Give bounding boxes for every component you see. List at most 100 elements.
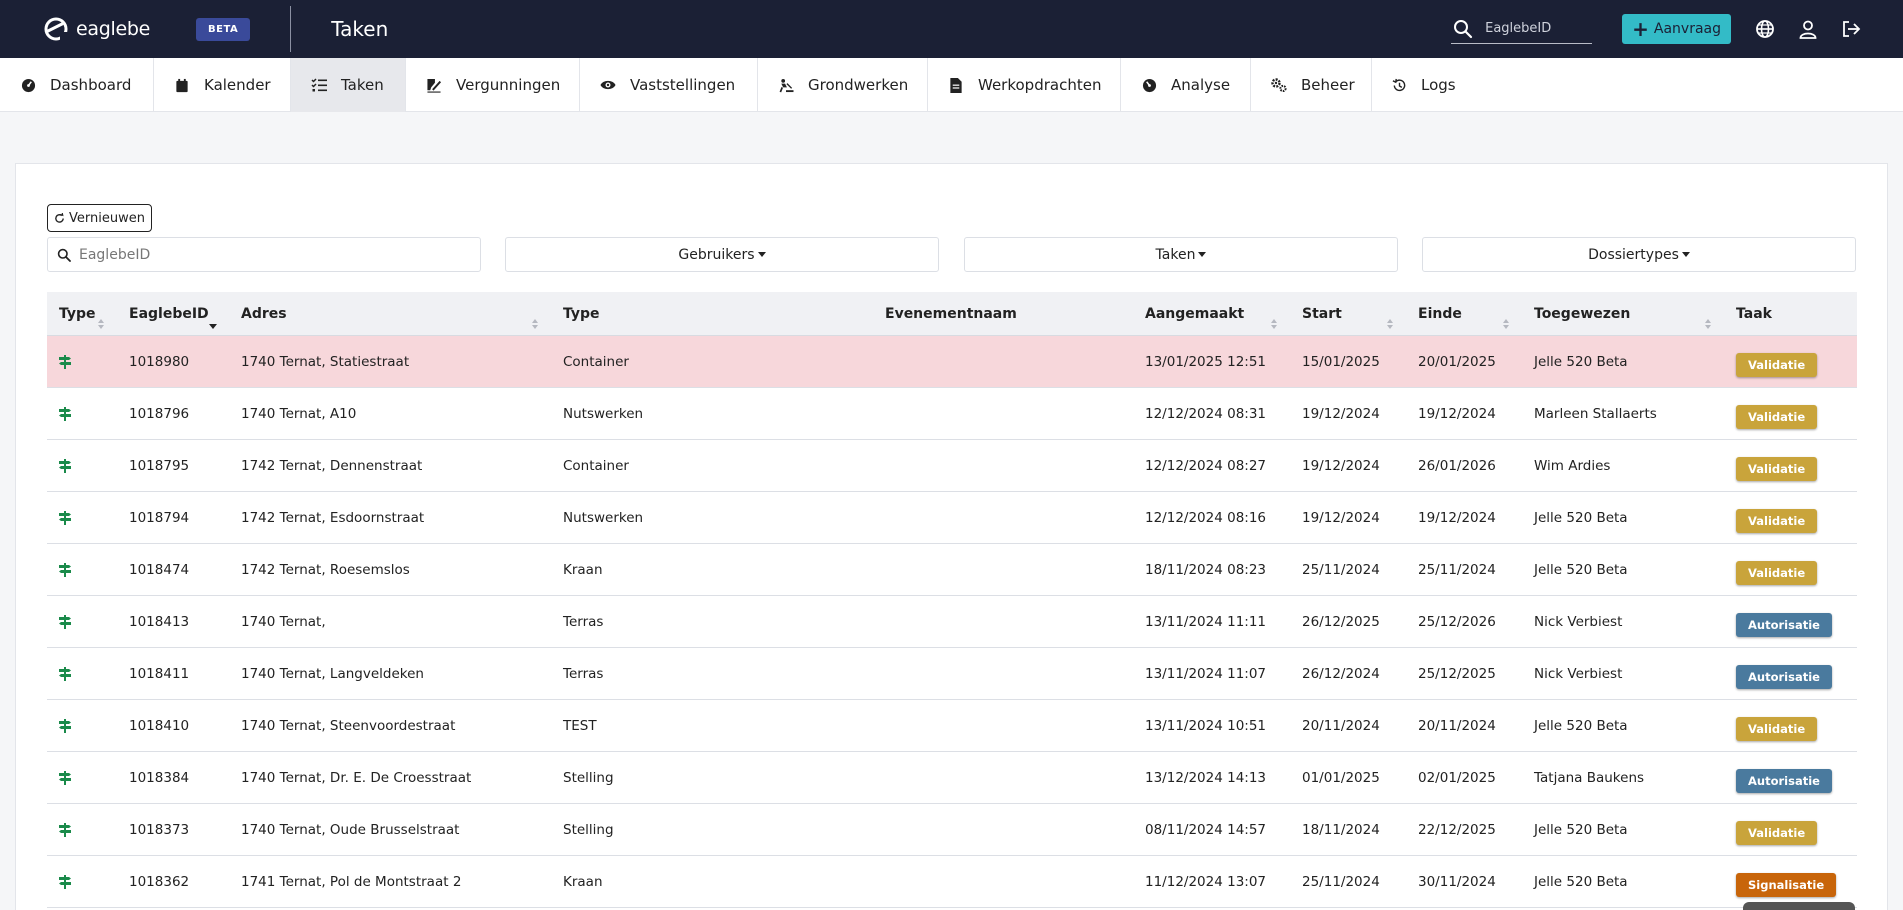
cell-start: 18/11/2024	[1302, 821, 1380, 838]
table-row[interactable]: 1018795 1742 Ternat, Dennenstraat Containe…	[47, 440, 1857, 492]
dossiertypes-dropdown[interactable]: Dossiertypes	[1422, 237, 1856, 272]
nav-beheer[interactable]: Beheer	[1251, 58, 1372, 112]
table-row[interactable]: 1018474 1742 Ternat, Roesemslos Kraan 18/11…	[47, 544, 1857, 596]
task-badge[interactable]: Validatie	[1736, 560, 1818, 585]
col-header-toegewezen[interactable]: Toegewezen	[1522, 292, 1724, 336]
task-badge[interactable]: Autorisatie	[1736, 768, 1832, 793]
cell-evenementnaam	[873, 544, 1133, 596]
header-search[interactable]	[1451, 14, 1593, 44]
nav-analyse[interactable]: Analyse	[1121, 58, 1251, 112]
user-icon[interactable]	[1796, 17, 1820, 41]
col-header-type[interactable]: Type	[47, 292, 117, 336]
caret-down-icon	[757, 252, 766, 257]
task-badge[interactable]: Validatie	[1736, 404, 1818, 429]
signpost-icon	[47, 492, 117, 544]
table-row[interactable]: 1018796 1740 Ternat, A10 Nutswerken 12/12/2…	[47, 388, 1857, 440]
task-badge[interactable]: Validatie	[1736, 716, 1818, 741]
table-row[interactable]: 1018410 1740 Ternat, Steenvoordestraat TES…	[47, 700, 1857, 752]
calendar-icon	[174, 77, 190, 93]
cell-aangemaakt: 12/12/2024 08:31	[1145, 405, 1267, 422]
users-dropdown-label: Gebruikers	[678, 246, 755, 263]
eaglebeid-filter[interactable]	[47, 237, 481, 272]
col-header-adres[interactable]: Adres	[229, 292, 551, 336]
nav-label: Vergunningen	[456, 76, 561, 94]
cell-einde: 19/12/2024	[1418, 509, 1496, 526]
logo[interactable]: eaglebe	[42, 15, 157, 43]
nav-werkopdrachten[interactable]: Werkopdrachten	[928, 58, 1121, 112]
cell-toegewezen: Jelle 520 Beta	[1534, 561, 1628, 578]
col-header-label: Evenementnaam	[885, 305, 1017, 322]
table-row[interactable]: 1018794 1742 Ternat, Esdoornstraat Nutswer…	[47, 492, 1857, 544]
table-row[interactable]: 1018411 1740 Ternat, Langveldeken Terras 13…	[47, 648, 1857, 700]
cell-dossiertype: Container	[563, 457, 629, 474]
nav-vaststellingen[interactable]: Vaststellingen	[580, 58, 758, 112]
nav-label: Dashboard	[50, 76, 132, 94]
cell-einde: 19/12/2024	[1418, 405, 1496, 422]
cell-dossiertype: Terras	[563, 665, 604, 682]
col-header-eaglebeid[interactable]: EaglebeID	[117, 292, 229, 336]
signpost-icon	[47, 804, 117, 856]
table-row[interactable]: 1018980 1740 Ternat, Statiestraat Containe…	[47, 336, 1857, 388]
cell-taak: Autorisatie	[1724, 648, 1857, 700]
history-icon	[1392, 77, 1407, 93]
cell-taak: Validatie	[1724, 440, 1857, 492]
cell-dossiertype: Container	[563, 353, 629, 370]
table-row[interactable]: 1018384 1740 Ternat, Dr. E. De Croesstraa…	[47, 752, 1857, 804]
users-dropdown[interactable]: Gebruikers	[505, 237, 939, 272]
table-row[interactable]: 1018373 1740 Ternat, Oude Brusselstraat St…	[47, 804, 1857, 856]
nav-kalender[interactable]: Kalender	[154, 58, 291, 112]
cell-taak: Validatie	[1724, 388, 1857, 440]
task-badge[interactable]: Validatie	[1736, 456, 1818, 481]
col-header-dossiertype[interactable]: Type	[551, 292, 873, 336]
nav-taken[interactable]: Taken	[291, 58, 406, 112]
table-row[interactable]: 1018362 1741 Ternat, Pol de Montstraat 2 K…	[47, 856, 1857, 908]
search-icon	[57, 248, 71, 262]
task-badge[interactable]: Validatie	[1736, 508, 1818, 533]
tasks-dropdown[interactable]: Taken	[964, 237, 1398, 272]
cell-toegewezen: Jelle 520 Beta	[1534, 821, 1628, 838]
aanvraag-button[interactable]: + Aanvraag	[1622, 14, 1731, 44]
col-header-label: Toegewezen	[1534, 305, 1631, 322]
nav-grondwerken[interactable]: Grondwerken	[758, 58, 928, 112]
task-badge[interactable]: Signalisatie	[1736, 872, 1837, 897]
cell-toegewezen: Jelle 520 Beta	[1534, 717, 1628, 734]
col-header-einde[interactable]: Einde	[1406, 292, 1522, 336]
table-row[interactable]: 1018413 1740 Ternat, Terras 13/11/2024 11:1…	[47, 596, 1857, 648]
task-badge[interactable]: Autorisatie	[1736, 612, 1832, 637]
logout-icon[interactable]	[1839, 17, 1863, 41]
floating-button-partial[interactable]	[1743, 902, 1855, 910]
nav-vergunningen[interactable]: Vergunningen	[406, 58, 580, 112]
task-badge[interactable]: Autorisatie	[1736, 664, 1832, 689]
cell-toegewezen: Jelle 520 Beta	[1534, 353, 1628, 370]
signpost-icon	[47, 388, 117, 440]
sort-icon	[98, 318, 104, 329]
cell-evenementnaam	[873, 700, 1133, 752]
col-header-start[interactable]: Start	[1290, 292, 1406, 336]
header-search-input[interactable]	[1485, 21, 1586, 36]
task-badge[interactable]: Validatie	[1736, 352, 1818, 377]
table-body: 1018980 1740 Ternat, Statiestraat Containe…	[47, 336, 1857, 908]
col-header-taak[interactable]: Taak	[1724, 292, 1857, 336]
globe-icon[interactable]	[1753, 17, 1777, 41]
eaglebeid-filter-input[interactable]	[79, 246, 439, 263]
col-header-aangemaakt[interactable]: Aangemaakt	[1133, 292, 1290, 336]
nav-dashboard[interactable]: Dashboard	[0, 58, 154, 112]
cell-eaglebeid: 1018474	[129, 561, 190, 578]
task-badge[interactable]: Validatie	[1736, 820, 1818, 845]
col-header-evenementnaam[interactable]: Evenementnaam	[873, 292, 1133, 336]
tasks-card: Vernieuwen Gebruikers Taken Dossiertypes…	[15, 163, 1888, 910]
cell-adres: 1740 Ternat, Dr. E. De Croesstraat	[241, 769, 472, 786]
col-header-label: Type	[59, 305, 96, 322]
cell-start: 19/12/2024	[1302, 509, 1380, 526]
cell-einde: 22/12/2025	[1418, 821, 1496, 838]
nav-label: Werkopdrachten	[978, 76, 1102, 94]
cell-toegewezen: Tatjana Baukens	[1534, 769, 1645, 786]
cell-eaglebeid: 1018411	[129, 665, 190, 682]
nav-logs[interactable]: Logs	[1372, 58, 1463, 112]
signpost-icon	[47, 544, 117, 596]
refresh-button[interactable]: Vernieuwen	[47, 204, 152, 232]
file-icon	[948, 77, 964, 93]
plus-icon: +	[1632, 17, 1649, 41]
cell-start: 26/12/2024	[1302, 665, 1380, 682]
cell-adres: 1740 Ternat, Steenvoordestraat	[241, 717, 456, 734]
